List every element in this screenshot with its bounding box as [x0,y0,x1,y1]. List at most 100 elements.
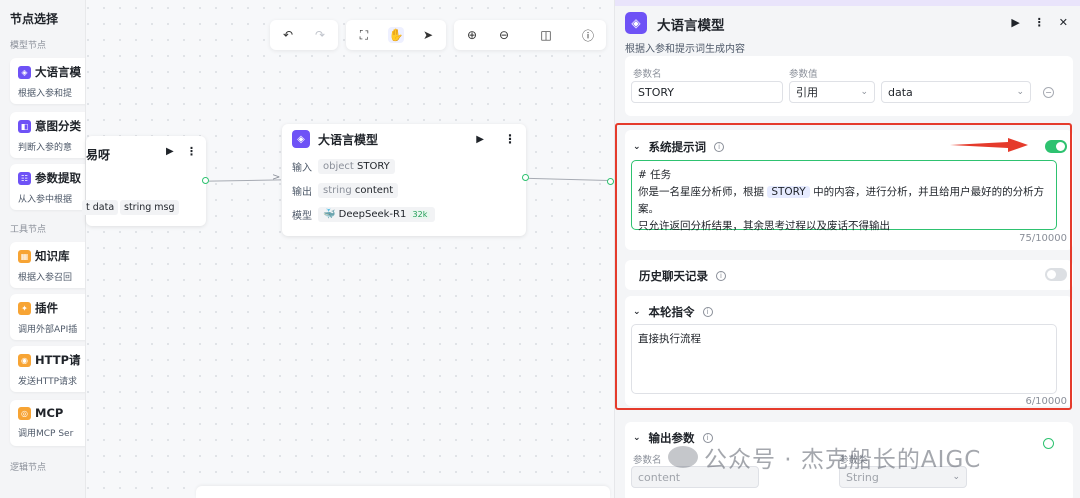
knowledge-icon: ▦ [18,249,31,263]
node-panel-title: 节点选择 [10,12,59,26]
help-icon[interactable]: ⓘ [580,27,596,43]
param-name-input[interactable]: STORY [631,81,783,103]
plugin-icon: ✦ [18,301,31,315]
name-text: STORY [357,160,390,172]
history-group: ↶ ↷ [270,20,338,50]
input-params-card: 参数名 参数值 STORY 引用 ⌄ data ⌄ − [625,56,1073,116]
node-model-row: 模型 🐳 DeepSeek-R1 32k [282,202,526,226]
node-item-http[interactable]: ◉ HTTP请 发送HTTP请求 [10,346,85,392]
name-text: content [354,184,394,196]
chevron-down-icon: ⌄ [633,433,641,443]
canvas-toolbar: ↶ ↷ ⛶ ✋ ➤ ⊕ ⊖ ◫ ⓘ [270,20,606,50]
llm-icon: ◈ [18,65,31,79]
ref-type-select[interactable]: 引用 ⌄ [789,81,875,103]
row-label: 输出 [292,186,312,198]
output-port[interactable] [522,174,529,181]
node-title: 易呀 [86,148,111,162]
pointer-icon[interactable]: ➤ [420,27,436,43]
watermark-text: 公众号 · 杰克船长的AIGC [704,447,982,473]
node-item-label: 知识库 [35,249,70,263]
output-port[interactable] [202,177,209,184]
ref-value-select[interactable]: data ⌄ [881,81,1031,103]
context-badge: 32k [409,209,431,219]
node-item-desc: 判断入参的意 [18,143,73,153]
connection-line [208,179,282,182]
row-label: 输入 [292,162,312,174]
node-input-row: 输入 object STORY [282,154,526,178]
node-item-mcp[interactable]: ◎ MCP 调用MCP Ser [10,400,85,446]
model-pill: 🐳 DeepSeek-R1 32k [318,206,436,222]
field-value: STORY [638,85,675,99]
panel-header: ◈ 大语言模型 根据入参和提示词生成内容 ▶ ⋮ ✕ [625,10,1068,55]
watermark: 公众号 · 杰克船长的AIGC [668,440,981,474]
run-icon[interactable]: ▶ [1011,16,1019,29]
llm-icon: ◈ [292,130,310,148]
model-name: DeepSeek-R1 [338,208,407,220]
annotation-arrow-icon [950,138,1028,152]
canvas-node-bottom[interactable] [196,486,610,498]
chevron-down-icon: ⌄ [860,87,868,97]
field-value: 引用 [796,86,818,99]
panel-subtitle: 根据入参和提示词生成内容 [625,44,745,55]
more-icon[interactable]: ⋮ [186,145,197,158]
undo-icon[interactable]: ↶ [280,27,296,43]
chevron-down-icon: ⌄ [1016,87,1024,97]
zoom-group: ⊕ ⊖ ◫ ⓘ [454,20,606,50]
row-label: 模型 [292,210,312,222]
node-item-intent[interactable]: ◧ 意图分类 判断入参的意 [10,112,85,158]
node-item-label: MCP [35,406,64,420]
intent-icon: ◧ [18,119,31,133]
hand-icon[interactable]: ✋ [388,27,404,43]
highlight-box [615,123,1072,410]
param-value-label: 参数值 [789,69,818,80]
canvas-node-llm[interactable]: ◈ 大语言模型 ▶ ⋮ 输入 object STORY 输出 string co… [282,124,526,236]
node-title: 大语言模型 [318,132,379,147]
llm-icon: ◈ [625,12,647,34]
zoom-in-icon[interactable]: ⊕ [464,27,480,43]
layout-icon[interactable]: ◫ [538,27,554,43]
type-text: object [323,160,354,172]
mcp-icon: ◎ [18,406,31,420]
input-pill-msg: string msg [120,200,179,215]
connection-line [529,177,613,182]
node-item-plugin[interactable]: ✦ 插件 调用外部API插 [10,294,85,340]
node-item-knowledge[interactable]: ▦ 知识库 根据入参召回 [10,242,85,288]
redo-icon[interactable]: ↷ [312,27,328,43]
node-item-desc: 调用MCP Ser [18,429,74,439]
field-value: data [888,85,913,99]
node-selection-panel: 节点选择 模型节点 ◈ 大语言模 根据入参和提 ◧ 意图分类 判断入参的意 ☷ 参数提… [0,0,86,498]
node-item-desc: 发送HTTP请求 [18,377,78,387]
node-item-desc: 根据入参和提 [18,89,73,99]
zoom-out-icon[interactable]: ⊖ [496,27,512,43]
node-item-llm[interactable]: ◈ 大语言模 根据入参和提 [10,58,85,104]
node-item-desc: 根据入参召回 [18,273,73,283]
deepseek-icon: 🐳 [323,208,336,220]
run-icon[interactable]: ▶ [476,134,484,145]
tool-group: ⛶ ✋ ➤ [346,20,446,50]
param-name-label: 参数名 [633,69,662,80]
canvas-node-start[interactable]: 易呀 ▶ ⋮ t data string msg [82,136,206,226]
more-icon[interactable]: ⋮ [1034,16,1045,29]
remove-param-icon[interactable]: − [1043,87,1054,98]
arrow-icon: > [272,172,281,183]
panel-title: 大语言模型 [657,18,725,34]
add-output-icon[interactable] [1043,438,1054,449]
node-item-desc: 从入参中根据 [18,195,73,205]
input-pill-data: t data [82,200,119,215]
close-icon[interactable]: ✕ [1059,16,1068,29]
panel-top-strip [615,0,1080,6]
node-item-param-extract[interactable]: ☷ 参数提取 从入参中根据 [10,164,85,210]
node-item-label: 意图分类 [35,119,81,133]
input-port[interactable] [607,178,614,185]
section-logic-nodes: 逻辑节点 [10,463,47,473]
output-name-label: 参数名 [633,455,662,466]
more-icon[interactable]: ⋮ [504,132,516,146]
run-icon[interactable]: ▶ [166,146,174,157]
input-pill: object STORY [318,158,395,174]
fullscreen-icon[interactable]: ⛶ [356,27,372,43]
node-item-label: 参数提取 [35,171,81,185]
node-item-label: 插件 [35,301,58,315]
param-icon: ☷ [18,171,31,185]
node-item-label: HTTP请 [35,353,81,367]
node-output-row: 输出 string content [282,178,526,202]
